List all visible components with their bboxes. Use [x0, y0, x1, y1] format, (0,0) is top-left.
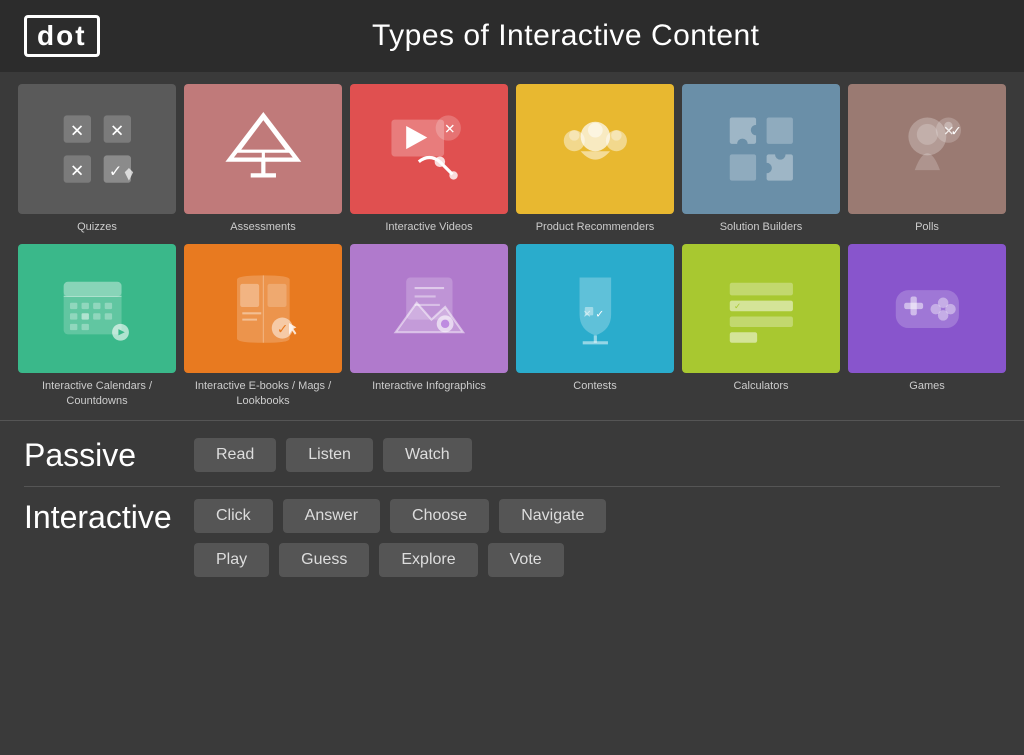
tile-ebooks-label: Interactive E-books / Mags / Lookbooks — [184, 379, 342, 408]
tile-games-label: Games — [909, 379, 944, 393]
tag-click[interactable]: Click — [194, 499, 273, 533]
content-grid-section: ✕ ✕ ✕ ✓ Quizzes — [0, 72, 1024, 416]
svg-text:✓: ✓ — [595, 308, 604, 320]
interactive-tags-row1: Click Answer Choose Navigate — [194, 499, 606, 533]
tile-ebooks[interactable]: ✓ Interactive E-books / Mags / Lookbooks — [184, 244, 342, 408]
tag-play[interactable]: Play — [194, 543, 269, 577]
tile-product-recommenders-label: Product Recommenders — [536, 220, 655, 234]
svg-text:✕: ✕ — [444, 121, 455, 136]
tag-answer[interactable]: Answer — [283, 499, 380, 533]
tile-games[interactable]: Games — [848, 244, 1006, 408]
tag-vote[interactable]: Vote — [488, 543, 564, 577]
tile-interactive-videos-label: Interactive Videos — [385, 220, 472, 234]
svg-text:✓: ✓ — [734, 301, 741, 311]
svg-text:✕: ✕ — [70, 121, 84, 140]
svg-text:✓: ✓ — [109, 163, 122, 180]
passive-row: Passive Read Listen Watch — [24, 437, 1000, 474]
bottom-section: Passive Read Listen Watch Interactive Cl… — [0, 420, 1024, 589]
interactive-tags-container: Click Answer Choose Navigate Play Guess … — [194, 499, 606, 577]
tag-explore[interactable]: Explore — [379, 543, 477, 577]
tile-interactive-videos[interactable]: ✕ Interactive Videos — [350, 84, 508, 234]
passive-tags: Read Listen Watch — [194, 438, 472, 472]
svg-text:✕: ✕ — [582, 308, 591, 320]
tag-read[interactable]: Read — [194, 438, 276, 472]
grid-row-1: ✕ ✕ ✕ ✓ Quizzes — [18, 84, 1006, 234]
interactive-row: Interactive Click Answer Choose Navigate… — [24, 499, 1000, 577]
tag-guess[interactable]: Guess — [279, 543, 369, 577]
tile-calendars[interactable]: Interactive Calendars / Countdowns — [18, 244, 176, 408]
interactive-label: Interactive — [24, 499, 194, 536]
tile-product-recommenders[interactable]: Product Recommenders — [516, 84, 674, 234]
tag-watch[interactable]: Watch — [383, 438, 472, 472]
tag-navigate[interactable]: Navigate — [499, 499, 606, 533]
svg-text:✕: ✕ — [70, 161, 84, 180]
svg-text:✕: ✕ — [110, 121, 124, 140]
tile-contests[interactable]: ✕ ✓ Contests — [516, 244, 674, 408]
tag-choose[interactable]: Choose — [390, 499, 489, 533]
interactive-tags-row2: Play Guess Explore Vote — [194, 543, 606, 577]
tile-infographics[interactable]: Interactive Infographics — [350, 244, 508, 408]
tile-polls[interactable]: ✕ ✓ Polls — [848, 84, 1006, 234]
tile-assessments-label: Assessments — [230, 220, 295, 234]
grid-row-2: Interactive Calendars / Countdowns ✓ — [18, 244, 1006, 408]
tile-quizzes-label: Quizzes — [77, 220, 117, 234]
tag-listen[interactable]: Listen — [286, 438, 373, 472]
tile-solution-builders[interactable]: Solution Builders — [682, 84, 840, 234]
tile-quizzes[interactable]: ✕ ✕ ✕ ✓ Quizzes — [18, 84, 176, 234]
tile-assessments[interactable]: Assessments — [184, 84, 342, 234]
section-divider — [24, 486, 1000, 487]
tile-contests-label: Contests — [573, 379, 616, 393]
tile-solution-builders-label: Solution Builders — [720, 220, 803, 234]
header: dot Types of Interactive Content — [0, 0, 1024, 72]
tile-polls-label: Polls — [915, 220, 939, 234]
page-title: Types of Interactive Content — [132, 19, 1000, 53]
tile-calculators[interactable]: ✓ Calculators — [682, 244, 840, 408]
tile-calculators-label: Calculators — [733, 379, 788, 393]
tile-calendars-label: Interactive Calendars / Countdowns — [18, 379, 176, 408]
logo: dot — [24, 15, 100, 57]
svg-text:✓: ✓ — [277, 321, 288, 336]
tile-infographics-label: Interactive Infographics — [372, 379, 486, 393]
passive-label: Passive — [24, 437, 194, 474]
